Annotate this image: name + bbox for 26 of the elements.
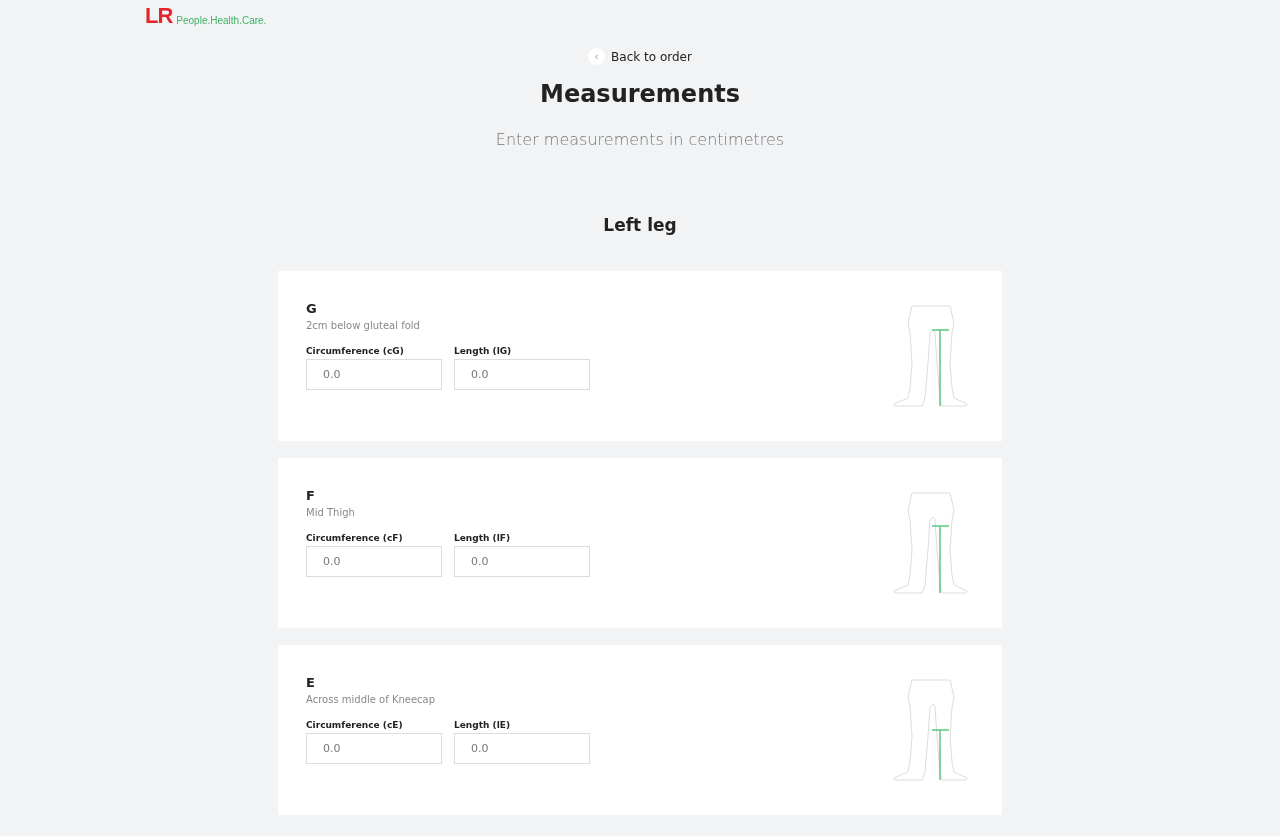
measurement-letter: E bbox=[306, 675, 316, 690]
input-field[interactable]: 0.0 bbox=[306, 733, 442, 764]
page-title: Measurements bbox=[540, 80, 740, 108]
page-subtitle: Enter measurements in centimetres bbox=[495, 130, 785, 149]
measurement-description: 2cm below gluteal fold bbox=[306, 320, 421, 331]
input-field[interactable]: 0.0 bbox=[306, 546, 442, 577]
measurement-description: Mid Thigh bbox=[306, 507, 356, 518]
chevron-left-icon: ‹ bbox=[588, 48, 606, 65]
logo-tagline: People.Health.Care. bbox=[176, 15, 267, 28]
field-label: Circumference (cE) bbox=[306, 720, 404, 730]
field-label: Circumference (cF) bbox=[306, 533, 404, 543]
input-field[interactable]: 0.0 bbox=[306, 359, 442, 390]
measurement-description: Across middle of Kneecap bbox=[306, 694, 437, 705]
input-field[interactable]: 0.0 bbox=[454, 546, 590, 577]
section-title: Left leg bbox=[603, 215, 677, 235]
logo-mark: LR bbox=[145, 4, 173, 28]
measurement-letter: G bbox=[306, 301, 318, 316]
field-label: Length (lG) bbox=[454, 346, 513, 356]
field-label: Length (lF) bbox=[454, 533, 511, 543]
input-field[interactable]: 0.0 bbox=[454, 359, 590, 390]
back-link[interactable]: ‹ Back to order bbox=[588, 48, 692, 65]
measurement-letter: F bbox=[306, 488, 316, 503]
field-label: Length (lE) bbox=[454, 720, 511, 730]
input-field[interactable]: 0.0 bbox=[454, 733, 590, 764]
back-link-label: Back to order bbox=[611, 49, 692, 64]
field-label: Circumference (cG) bbox=[306, 346, 405, 356]
